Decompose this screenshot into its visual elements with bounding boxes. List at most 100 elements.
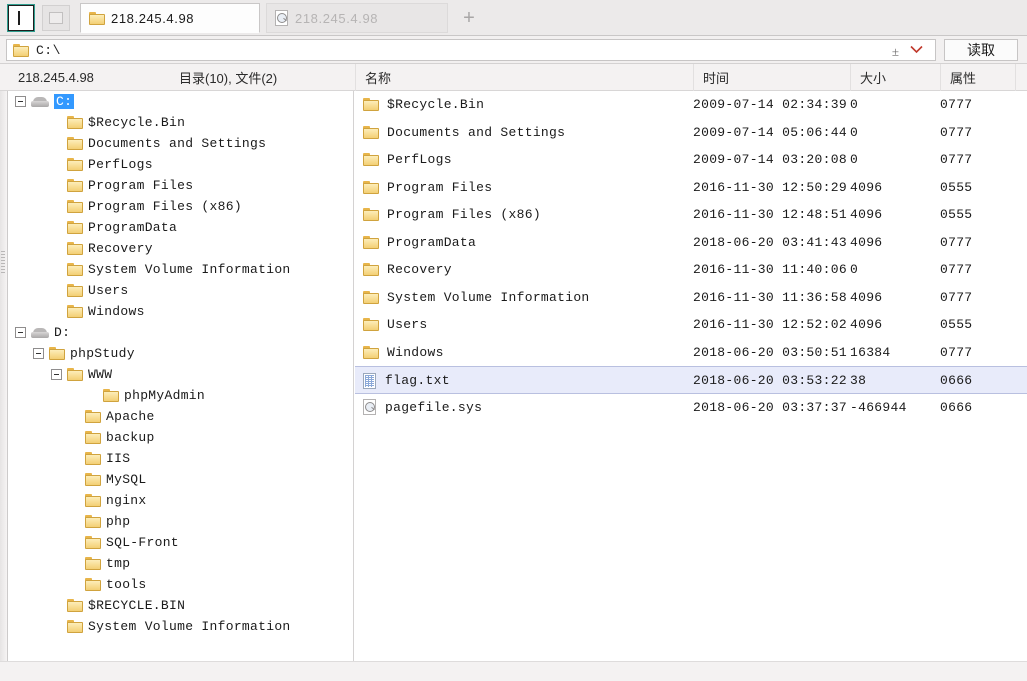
column-header-size[interactable]: 大小 xyxy=(850,64,940,91)
file-name-cell: Users xyxy=(363,311,428,338)
tree-expander-minus-icon[interactable] xyxy=(33,348,44,359)
tree-node[interactable]: php xyxy=(9,511,353,532)
column-header-name[interactable]: 名称 xyxy=(355,64,693,91)
tree-node[interactable]: $RECYCLE.BIN xyxy=(9,595,353,616)
directory-tree-panel[interactable]: C: $Recycle.Bin Documents and Settings Perf… xyxy=(9,91,354,661)
tree-node[interactable]: backup xyxy=(9,427,353,448)
folder-icon xyxy=(67,221,83,234)
folder-icon xyxy=(67,242,83,255)
file-row[interactable]: Users 2016-11-30 12:52:02 4096 0555 xyxy=(355,311,1027,339)
file-row[interactable]: Windows 2018-06-20 03:50:51 16384 0777 xyxy=(355,339,1027,367)
file-attr-cell: 0666 xyxy=(940,399,973,415)
file-row[interactable]: ProgramData 2018-06-20 03:41:43 4096 0777 xyxy=(355,229,1027,257)
chevron-down-icon[interactable] xyxy=(910,43,923,58)
file-name-cell: pagefile.sys xyxy=(363,394,482,421)
column-header-time[interactable]: 时间 xyxy=(693,64,850,91)
window-square-icon[interactable] xyxy=(7,4,35,32)
tab-connection-active[interactable]: 218.245.4.98 xyxy=(80,3,260,33)
drive-icon xyxy=(31,327,49,339)
file-row[interactable]: Documents and Settings 2009-07-14 05:06:4… xyxy=(355,119,1027,147)
tree-node-label: Recovery xyxy=(88,241,153,256)
tree-node-label: Users xyxy=(88,283,129,298)
tree-node[interactable]: Users xyxy=(9,280,353,301)
tree-node[interactable]: tools xyxy=(9,574,353,595)
file-attr-cell: 0555 xyxy=(940,179,973,195)
chevron-down-svg xyxy=(910,45,923,54)
tree-node-label: $Recycle.Bin xyxy=(88,115,186,130)
path-input[interactable]: C:\ ± xyxy=(6,39,936,61)
read-button[interactable]: 读取 xyxy=(944,39,1018,61)
tree-node[interactable]: $Recycle.Bin xyxy=(9,112,353,133)
tree-node[interactable]: Recovery xyxy=(9,238,353,259)
folder-icon xyxy=(363,125,379,139)
tree-node[interactable]: D: xyxy=(9,322,353,343)
file-name-label: $Recycle.Bin xyxy=(387,97,485,112)
folder-icon xyxy=(363,290,379,304)
tree-node[interactable]: IIS xyxy=(9,448,353,469)
file-name-cell: $Recycle.Bin xyxy=(363,91,484,118)
tree-node-label: phpStudy xyxy=(70,346,135,361)
column-header-overflow[interactable] xyxy=(1015,64,1027,91)
tree-node[interactable]: Windows xyxy=(9,301,353,322)
tree-node[interactable]: System Volume Information xyxy=(9,616,353,637)
tree-expander-minus-icon[interactable] xyxy=(15,96,26,107)
folder-icon xyxy=(67,179,83,192)
window-inactive-icon[interactable] xyxy=(42,5,70,31)
tree-node[interactable]: PerfLogs xyxy=(9,154,353,175)
tree-node[interactable]: nginx xyxy=(9,490,353,511)
file-row[interactable]: Program Files 2016-11-30 12:50:29 4096 0555 xyxy=(355,174,1027,202)
tree-node[interactable]: Apache xyxy=(9,406,353,427)
tree-node[interactable]: WWW xyxy=(9,364,353,385)
file-row[interactable]: System Volume Information 2016-11-30 11:3… xyxy=(355,284,1027,312)
folder-icon xyxy=(363,98,379,111)
file-attr-cell: 0555 xyxy=(940,207,973,222)
new-tab-button[interactable]: + xyxy=(456,6,482,30)
tree-node-label: tmp xyxy=(106,556,131,571)
system-file-icon xyxy=(363,399,377,415)
tree-node-label: Program Files (x86) xyxy=(88,199,242,214)
file-row[interactable]: pagefile.sys 2018-06-20 03:37:37 -466944 06… xyxy=(355,394,1027,422)
file-row[interactable]: $Recycle.Bin 2009-07-14 02:34:39 0 0777 xyxy=(355,91,1027,119)
tree-node[interactable]: tmp xyxy=(9,553,353,574)
file-time-cell: 2016-11-30 12:50:29 xyxy=(693,179,847,195)
tree-node[interactable]: System Volume Information xyxy=(9,259,353,280)
tree-node-label: nginx xyxy=(106,493,147,508)
folder-icon xyxy=(67,158,83,171)
tree-node[interactable]: C: xyxy=(9,91,353,112)
tree-node[interactable]: ProgramData xyxy=(9,217,353,238)
tree-node[interactable]: Documents and Settings xyxy=(9,133,353,154)
folder-icon xyxy=(67,599,83,612)
tree-node-label: ProgramData xyxy=(88,220,178,235)
tree-expander-minus-icon[interactable] xyxy=(15,327,26,338)
left-splitter[interactable] xyxy=(0,91,8,661)
file-row[interactable]: Program Files (x86) 2016-11-30 12:48:51 40… xyxy=(355,201,1027,229)
file-row[interactable]: PerfLogs 2009-07-14 03:20:08 0 0777 xyxy=(355,146,1027,174)
file-time-cell: 2016-11-30 12:48:51 xyxy=(693,207,847,222)
file-row[interactable]: flag.txt 2018-06-20 03:53:22 38 0666 xyxy=(355,366,1027,394)
tree-node[interactable]: Program Files xyxy=(9,175,353,196)
tree-node-label: IIS xyxy=(106,451,131,466)
file-name-label: Windows xyxy=(387,344,444,360)
file-list-panel[interactable]: $Recycle.Bin 2009-07-14 02:34:39 0 0777 Docu… xyxy=(355,91,1027,661)
tree-node[interactable]: phpStudy xyxy=(9,343,353,364)
file-time-cell: 2009-07-14 05:06:44 xyxy=(693,124,847,140)
column-header-attributes[interactable]: 属性 xyxy=(940,64,1015,91)
folder-icon xyxy=(85,410,101,423)
column-header-row: 218.245.4.98 目录(10), 文件(2) 名称 时间 大小 属性 xyxy=(0,64,1027,91)
file-size-cell: 16384 xyxy=(850,344,891,360)
tree-node-label: System Volume Information xyxy=(88,619,291,634)
tab-connection-inactive[interactable]: 218.245.4.98 xyxy=(266,3,448,33)
folder-icon xyxy=(85,536,101,549)
tree-node[interactable]: Program Files (x86) xyxy=(9,196,353,217)
tree-node[interactable]: MySQL xyxy=(9,469,353,490)
tree-expander-minus-icon[interactable] xyxy=(51,369,62,380)
plusminus-icon[interactable]: ± xyxy=(892,44,899,60)
tree-node-label: php xyxy=(106,514,131,529)
file-row[interactable]: Recovery 2016-11-30 11:40:06 0 0777 xyxy=(355,256,1027,284)
tree-node[interactable]: phpMyAdmin xyxy=(9,385,353,406)
folder-icon xyxy=(67,305,83,318)
file-attr-cell: 0777 xyxy=(940,262,973,277)
tree-node[interactable]: SQL-Front xyxy=(9,532,353,553)
file-name-label: Program Files (x86) xyxy=(387,207,541,222)
file-time-cell: 2018-06-20 03:50:51 xyxy=(693,344,847,360)
